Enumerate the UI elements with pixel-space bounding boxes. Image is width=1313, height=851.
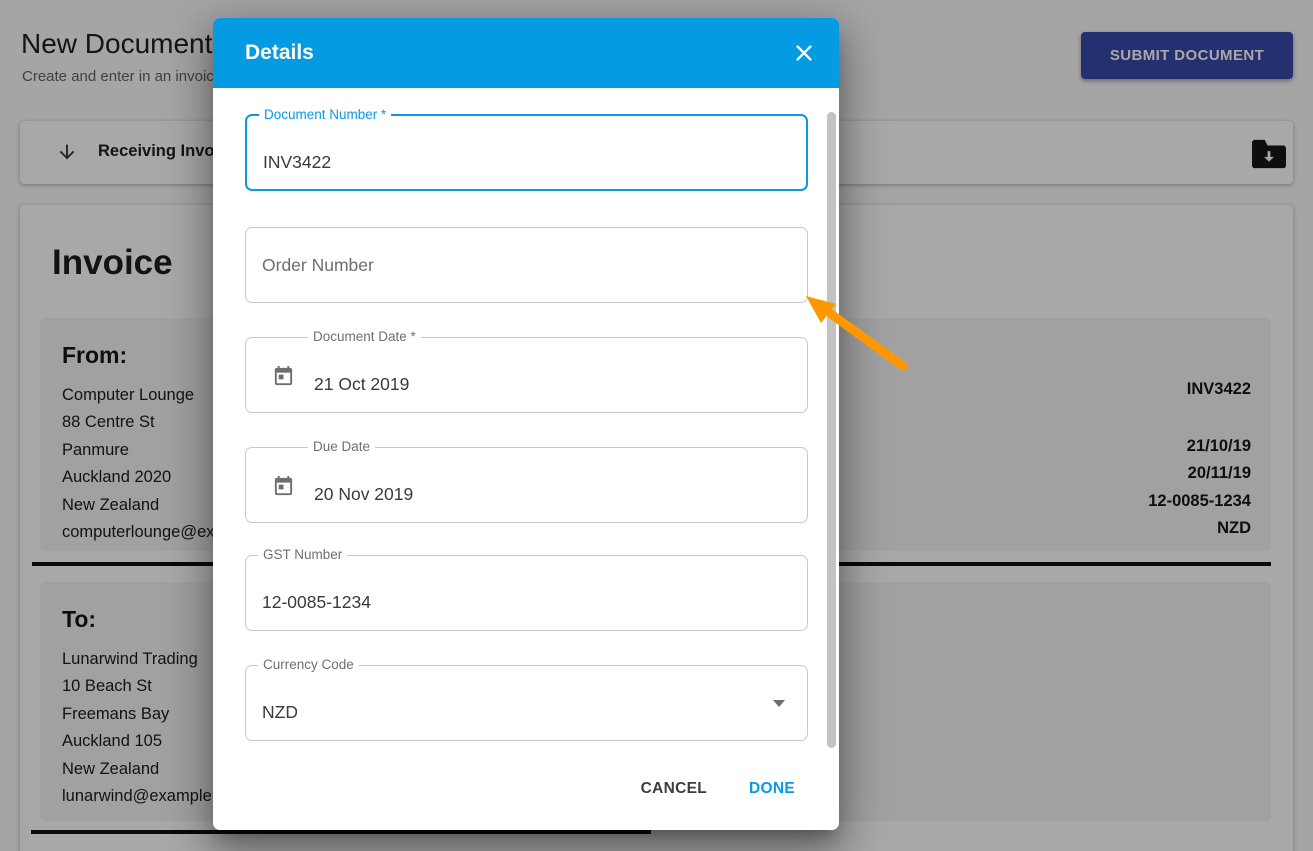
close-icon[interactable] <box>793 42 815 64</box>
document-number-value: INV3422 <box>263 152 332 172</box>
document-number-field[interactable]: Document Number * INV3422 <box>245 107 808 191</box>
due-date-value: 20 Nov 2019 <box>314 484 414 504</box>
dropdown-caret-icon <box>773 700 785 707</box>
document-date-field[interactable]: Document Date * 21 Oct 2019 <box>245 329 808 413</box>
cancel-button[interactable]: CANCEL <box>627 770 721 808</box>
gst-number-field[interactable]: GST Number 12-0085-1234 <box>245 547 808 631</box>
order-number-field[interactable]: Order Number <box>245 227 808 303</box>
gst-number-label: GST Number <box>258 547 348 562</box>
dialog-actions: CANCEL DONE <box>627 770 809 808</box>
currency-code-value: NZD <box>262 702 298 722</box>
document-date-value: 21 Oct 2019 <box>314 374 410 394</box>
document-date-label: Document Date * <box>308 329 421 344</box>
calendar-icon <box>274 475 293 496</box>
due-date-label: Due Date <box>308 439 376 454</box>
details-dialog: Details Document Number * INV3422 Order … <box>213 18 839 830</box>
currency-code-label: Currency Code <box>258 657 359 672</box>
done-button[interactable]: DONE <box>735 770 809 808</box>
dialog-title: Details <box>245 41 314 64</box>
currency-code-select[interactable]: Currency Code NZD <box>245 657 808 741</box>
screen: New Document Create and enter in an invo… <box>0 0 1313 851</box>
dialog-header: Details <box>213 18 839 88</box>
document-number-label: Document Number * <box>259 107 392 122</box>
order-number-placeholder: Order Number <box>262 254 374 275</box>
calendar-icon <box>274 365 293 386</box>
due-date-field[interactable]: Due Date 20 Nov 2019 <box>245 439 808 523</box>
modal-scrollbar[interactable] <box>827 112 836 748</box>
gst-number-value: 12-0085-1234 <box>262 592 371 612</box>
